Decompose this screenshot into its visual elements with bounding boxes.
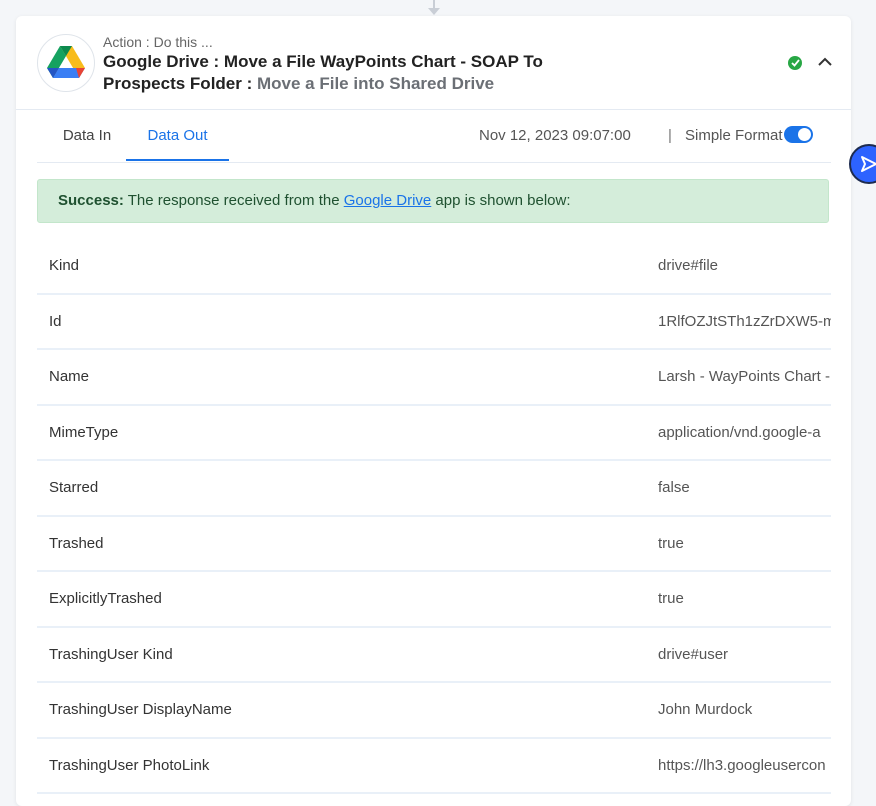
timestamp: Nov 12, 2023 09:07:00 (479, 127, 631, 144)
step-title-sub: Move a File into Shared Drive (256, 74, 495, 93)
row-key: Kind (49, 257, 80, 274)
row-key: MimeType (49, 423, 119, 441)
chevron-up-icon[interactable] (816, 52, 834, 70)
toggle-knob (798, 128, 811, 141)
step-title: Google Drive : Move a File WayPoints Cha… (103, 51, 623, 95)
table-row: Kind drive#file (37, 239, 831, 295)
table-row: Starred false (37, 461, 831, 517)
success-alert: Success: The response received from the … (37, 179, 829, 223)
alert-prefix: Success: (58, 192, 124, 209)
tab-data-in[interactable]: Data In (37, 110, 137, 161)
row-key: TrashingUser DisplayName (49, 701, 232, 718)
row-value: drive#file (658, 257, 719, 274)
table-row: Name Larsh - WayPoints Chart - (37, 350, 831, 406)
row-key: Starred (49, 479, 99, 496)
row-value: drive#user (658, 645, 729, 663)
row-key: Id (49, 312, 62, 330)
google-drive-icon (37, 34, 95, 92)
row-key: TrashingUser Kind (49, 645, 173, 663)
simple-format-toggle[interactable] (784, 126, 813, 143)
response-table: Kind drive#file Id 1RlfOZJtSTh1zZrDXW5-m N… (37, 239, 831, 794)
row-value: false (658, 479, 690, 496)
table-row: Id 1RlfOZJtSTh1zZrDXW5-m (37, 294, 831, 350)
row-key: ExplicitlyTrashed (49, 590, 162, 607)
table-row: TrashingUser DisplayName John Murdock (37, 683, 831, 739)
google-drive-link[interactable]: Google Drive (344, 192, 432, 209)
step-card: Action : Do this ... Google Drive : Move… (16, 16, 851, 806)
step-header[interactable]: Action : Do this ... Google Drive : Move… (16, 16, 851, 110)
action-label: Action : Do this ... (103, 34, 213, 50)
table-row: TrashingUser PhotoLink https://lh3.google… (37, 738, 831, 794)
alert-text-before: The response received from the (123, 192, 344, 209)
check-circle-icon (788, 56, 802, 70)
send-icon[interactable] (849, 144, 876, 184)
row-value: https://lh3.googleusercon (658, 756, 826, 774)
table-row: Trashed true (37, 516, 831, 572)
row-key: TrashingUser PhotoLink (49, 756, 210, 774)
row-value: application/vnd.google-a (658, 423, 821, 441)
data-tabs: Data In Data Out Nov 12, 2023 09:07:00 |… (37, 110, 831, 163)
row-value: true (658, 534, 684, 552)
table-row: ExplicitlyTrashed true (37, 572, 831, 628)
alert-text-after: app is shown below: (431, 192, 571, 209)
meta-separator: | (668, 127, 672, 144)
row-key: Trashed (49, 534, 104, 552)
row-key: Name (49, 368, 90, 385)
connector-arrow-icon (428, 8, 440, 15)
simple-format-label: Simple Format (685, 127, 783, 144)
row-value: 1RlfOZJtSTh1zZrDXW5-m (658, 312, 831, 330)
row-value: true (658, 590, 684, 607)
tab-data-out[interactable]: Data Out (126, 110, 229, 161)
row-value: Larsh - WayPoints Chart - (658, 368, 830, 385)
table-row: TrashingUser Kind drive#user (37, 627, 831, 683)
row-value: John Murdock (658, 701, 753, 718)
table-row: MimeType application/vnd.google-a (37, 405, 831, 461)
